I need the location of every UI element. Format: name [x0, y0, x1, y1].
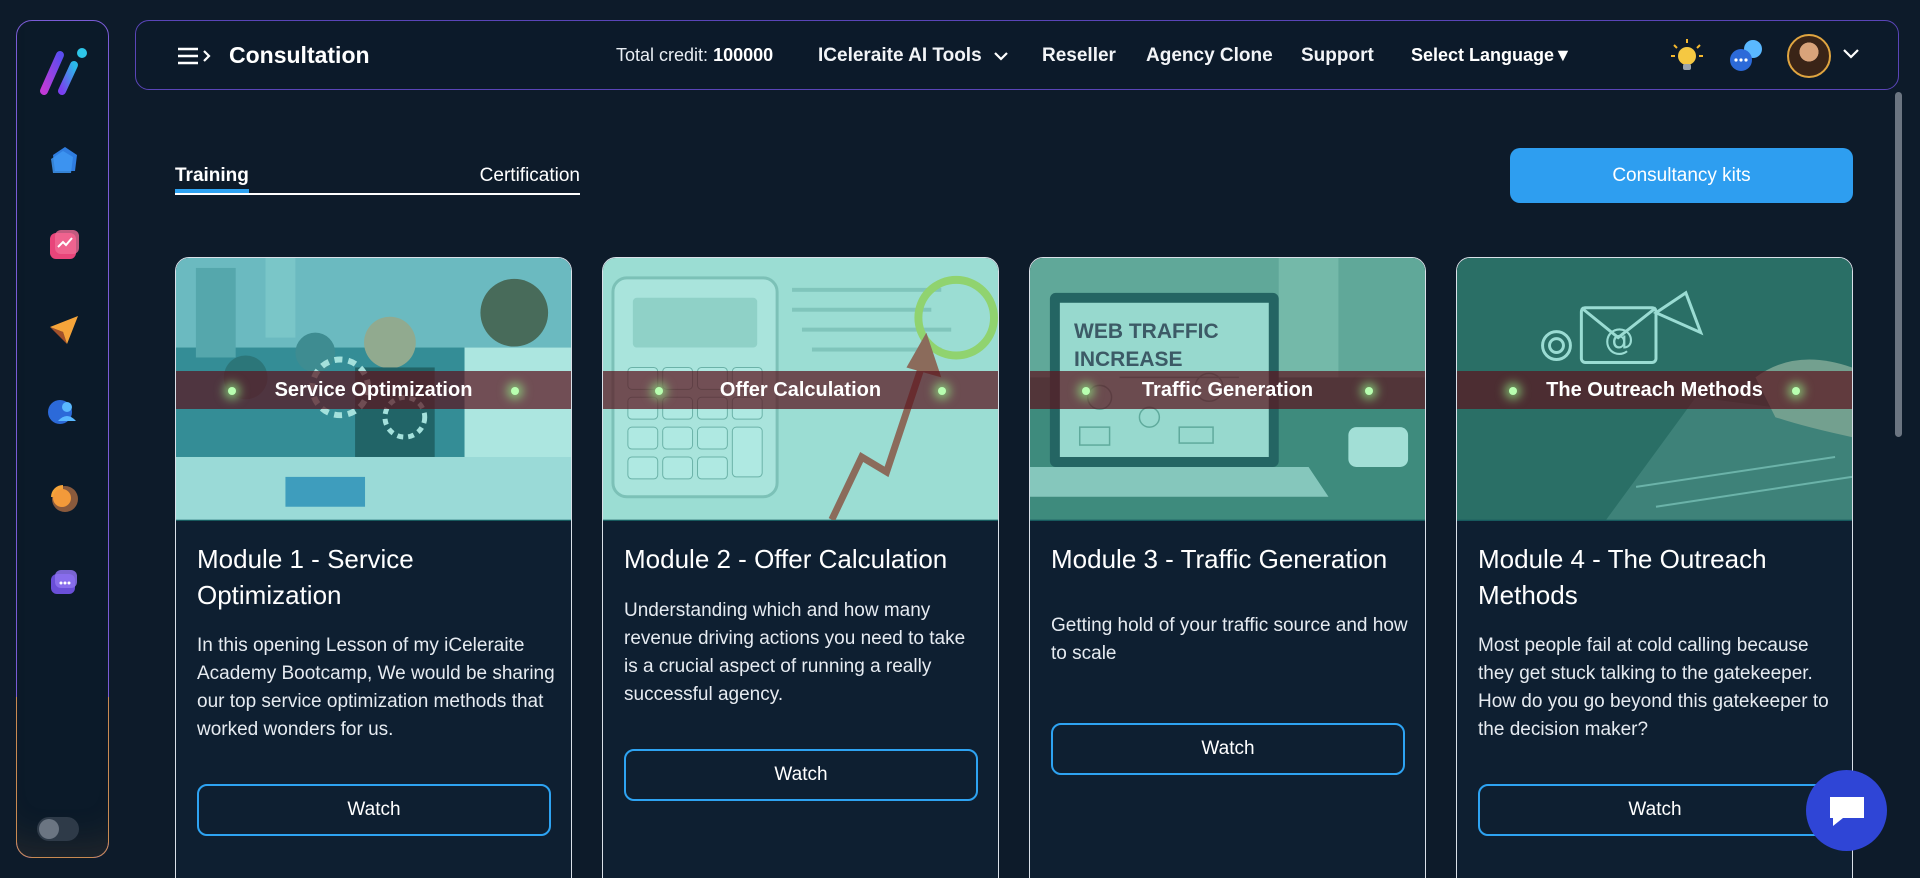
tab-training[interactable]: Training [175, 165, 249, 193]
module-title: Module 2 - Offer Calculation [624, 544, 948, 574]
watch-button[interactable]: Watch [197, 784, 551, 836]
banner-label: Service Optimization [274, 378, 473, 401]
thumbnail-banner: Offer Calculation [603, 371, 998, 409]
chevron-down-icon[interactable] [1842, 47, 1860, 61]
top-header: Consultation Total credit: 100000 ICeler… [135, 20, 1899, 90]
thumbnail-headline: WEB TRAFFIC INCREASE [1074, 320, 1219, 371]
consultancy-kits-button[interactable]: Consultancy kits [1510, 148, 1853, 203]
module-thumbnail: WEB TRAFFIC INCREASE Traffic Generation [1030, 258, 1425, 521]
analytics-icon[interactable] [47, 227, 81, 261]
sparkle-icon [1082, 387, 1090, 395]
thumbnail-banner: The Outreach Methods [1457, 371, 1852, 409]
credit-label: Total credit: [616, 45, 709, 65]
module-description: Understanding which and how many revenue… [624, 600, 966, 705]
sparkle-icon [938, 387, 946, 395]
sidebar [16, 20, 109, 858]
app-logo-icon[interactable] [36, 43, 92, 99]
banner-label: The Outreach Methods [1546, 378, 1763, 401]
sparkle-icon [511, 387, 519, 395]
nav-support[interactable]: Support [1301, 45, 1374, 67]
nav-reseller[interactable]: Reseller [1042, 45, 1116, 67]
module-title: Module 1 - Service Optimization [197, 544, 414, 610]
content-tabs: Training Certification [175, 165, 580, 195]
tab-certification[interactable]: Certification [480, 165, 580, 187]
users-icon[interactable] [47, 395, 81, 429]
module-description: Getting hold of your traffic source and … [1051, 615, 1408, 664]
sparkle-icon [1365, 387, 1373, 395]
watch-button[interactable]: Watch [624, 749, 978, 801]
watch-button[interactable]: Watch [1478, 784, 1832, 836]
nav-ai-tools-label: ICeleraite AI Tools [818, 45, 982, 66]
module-description: In this opening Lesson of my iCeleraite … [197, 635, 555, 740]
module-card: Service Optimization Module 1 - Service … [175, 257, 572, 878]
nav-agency-clone[interactable]: Agency Clone [1146, 45, 1273, 67]
module-card: Offer Calculation Module 2 - Offer Calcu… [602, 257, 999, 878]
module-thumbnail: Offer Calculation [603, 258, 998, 521]
banner-label: Traffic Generation [1141, 378, 1314, 401]
notifications-icon[interactable] [1727, 38, 1765, 74]
user-avatar[interactable] [1787, 34, 1831, 78]
language-select[interactable]: Select Language▼ [1411, 45, 1572, 66]
module-card: @ The Outreach Methods Module 4 - The Ou… [1456, 257, 1853, 878]
page-scrollbar[interactable] [1895, 92, 1902, 437]
credit-value: 100000 [713, 45, 774, 65]
sparkle-icon [228, 387, 236, 395]
sparkle-icon [1509, 387, 1517, 395]
lightbulb-icon[interactable] [1670, 38, 1704, 74]
toggle-knob [39, 819, 59, 839]
menu-icon[interactable] [176, 45, 214, 67]
sparkle-icon [1792, 387, 1800, 395]
pie-chart-icon[interactable] [47, 481, 81, 515]
thumbnail-banner: Service Optimization [176, 371, 571, 409]
module-thumbnail: Service Optimization [176, 258, 571, 521]
sparkle-icon [655, 387, 663, 395]
nav-ai-tools[interactable]: ICeleraite AI Tools [818, 45, 1009, 67]
messages-icon[interactable] [47, 566, 81, 600]
chevron-down-icon [994, 52, 1008, 61]
banner-label: Offer Calculation [719, 378, 882, 401]
send-icon[interactable] [47, 313, 81, 347]
theme-toggle[interactable] [37, 817, 79, 841]
watch-button[interactable]: Watch [1051, 723, 1405, 775]
total-credit: Total credit: 100000 [616, 45, 773, 66]
page-title: Consultation [229, 42, 370, 68]
module-title: Module 4 - The Outreach Methods [1478, 544, 1767, 610]
chat-icon [1829, 796, 1864, 826]
home-icon[interactable] [47, 143, 81, 177]
module-card: WEB TRAFFIC INCREASE Traffic Generation … [1029, 257, 1426, 878]
module-thumbnail: @ The Outreach Methods [1457, 258, 1852, 521]
thumbnail-banner: Traffic Generation [1030, 371, 1425, 409]
module-description: Most people fail at cold calling because… [1478, 635, 1829, 740]
live-chat-button[interactable] [1806, 770, 1887, 851]
module-title: Module 3 - Traffic Generation [1051, 544, 1388, 574]
